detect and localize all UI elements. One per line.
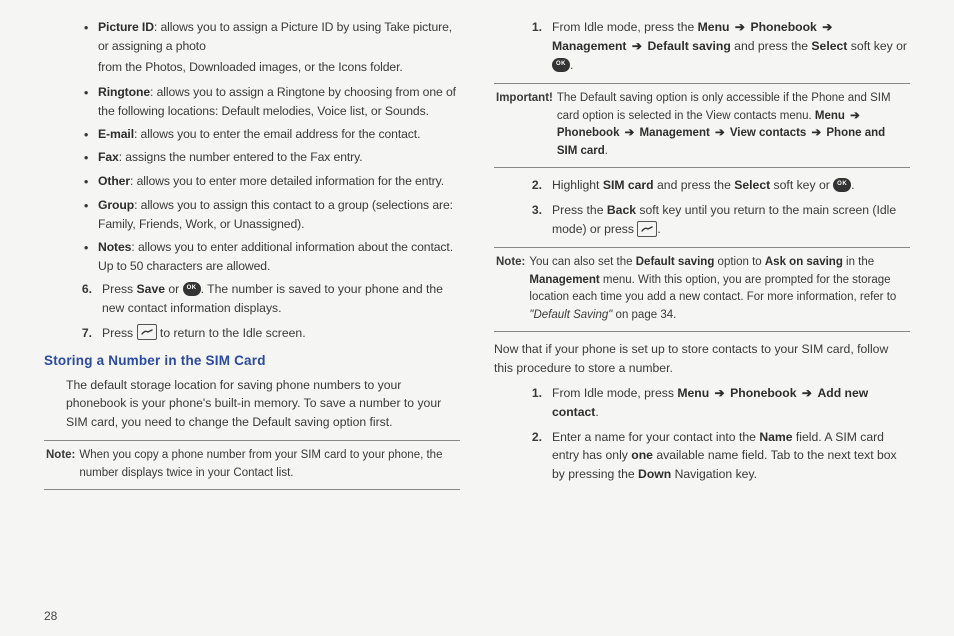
step-number: 2. bbox=[518, 428, 542, 447]
important-block: Important! The Default saving option is … bbox=[494, 83, 910, 168]
note-label: Note: bbox=[46, 447, 75, 483]
sim-intro-paragraph: The default storage location for saving … bbox=[44, 376, 460, 433]
right-step-1: 1. From Idle mode, press the Menu ➔ Phon… bbox=[494, 18, 910, 75]
step-number: 7. bbox=[68, 324, 92, 343]
right-step-2: 2. Highlight SIM card and press the Sele… bbox=[494, 176, 910, 195]
bullet-ringtone: • Ringtone: allows you to assign a Ringt… bbox=[84, 83, 460, 121]
important-label: Important! bbox=[496, 90, 553, 161]
bullet-picture-id: • Picture ID: allows you to assign a Pic… bbox=[84, 18, 460, 56]
step-number: 1. bbox=[518, 18, 542, 37]
ok-icon: OK bbox=[552, 58, 570, 72]
right-step-3: 3. Press the Back soft key until you ret… bbox=[494, 201, 910, 239]
section-heading-sim: Storing a Number in the SIM Card bbox=[44, 351, 460, 372]
end-key-icon bbox=[137, 324, 157, 340]
step-body: From Idle mode, press the Menu ➔ Phonebo… bbox=[552, 18, 910, 75]
feature-bullets: • Picture ID: allows you to assign a Pic… bbox=[44, 18, 460, 276]
ok-icon: OK bbox=[183, 282, 201, 296]
step-7: 7. Press to return to the Idle screen. bbox=[44, 324, 460, 343]
important-text: The Default saving option is only access… bbox=[557, 90, 908, 161]
page-number: 28 bbox=[44, 607, 57, 626]
ok-icon: OK bbox=[833, 178, 851, 192]
step-6: 6. Press Save or OK. The number is saved… bbox=[44, 280, 460, 318]
bullet-picture-id-sub: from the Photos, Downloaded images, or t… bbox=[84, 58, 460, 77]
right-b-step-2: 2. Enter a name for your contact into th… bbox=[494, 428, 910, 485]
bullet-dot-icon: • bbox=[84, 19, 96, 38]
step-number: 3. bbox=[518, 201, 542, 220]
step-number: 1. bbox=[518, 384, 542, 403]
bullet-fax: • Fax: assigns the number entered to the… bbox=[84, 148, 460, 168]
bullet-notes: • Notes: allows you to enter additional … bbox=[84, 238, 460, 276]
step-number: 2. bbox=[518, 176, 542, 195]
paragraph-store-number: Now that if your phone is set up to stor… bbox=[494, 340, 910, 378]
note-default-saving: Note: You can also set the Default savin… bbox=[494, 247, 910, 332]
bullet-group: • Group: allows you to assign this conta… bbox=[84, 196, 460, 234]
left-column: • Picture ID: allows you to assign a Pic… bbox=[44, 18, 460, 626]
manual-page: • Picture ID: allows you to assign a Pic… bbox=[0, 0, 954, 636]
bullet-email: • E-mail: allows you to enter the email … bbox=[84, 125, 460, 145]
right-b-step-1: 1. From Idle mode, press Menu ➔ Phoneboo… bbox=[494, 384, 910, 422]
bullet-other: • Other: allows you to enter more detail… bbox=[84, 172, 460, 192]
note-copy-sim: Note: When you copy a phone number from … bbox=[44, 440, 460, 490]
right-column: 1. From Idle mode, press the Menu ➔ Phon… bbox=[494, 18, 910, 626]
note-label: Note: bbox=[496, 254, 525, 325]
note-text: When you copy a phone number from your S… bbox=[79, 447, 458, 483]
step-number: 6. bbox=[68, 280, 92, 299]
end-key-icon bbox=[637, 221, 657, 237]
